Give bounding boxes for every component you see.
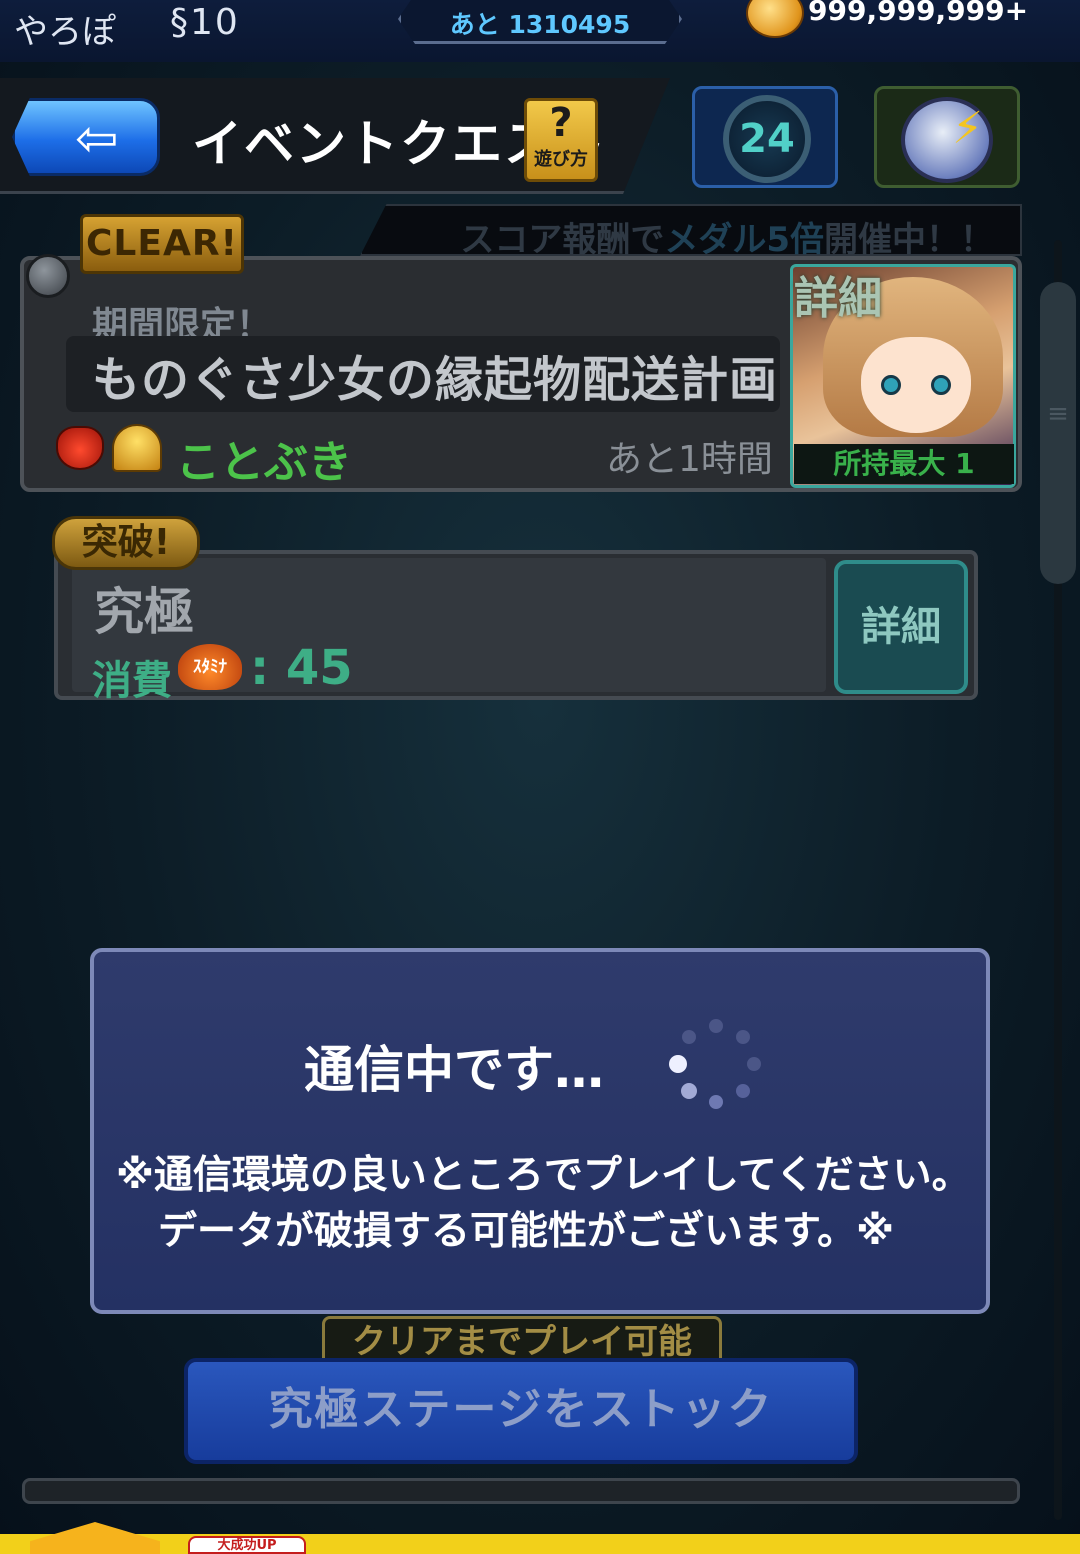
- next-rank-text: あと 1310495: [449, 10, 631, 39]
- owned-max-bar: 所持最大 1♣: [794, 444, 1014, 484]
- portrait-eye-right: [931, 375, 951, 395]
- connection-warning-line2: データが破損する可能性がございます。※: [158, 1209, 895, 1254]
- stopwatch-lightning-icon: ⚡: [901, 97, 993, 183]
- player-name: やろぽ: [14, 12, 116, 52]
- score-reward-banner: スコア報酬でメダル5倍開催中！！: [360, 204, 1022, 256]
- connection-warning-line1: ※通信環境の良いところでプレイしてください。: [116, 1153, 971, 1198]
- howto-label: 遊び方: [534, 149, 588, 170]
- pin-icon: [26, 254, 70, 298]
- back-arrow-icon: ⇦: [75, 109, 119, 169]
- portrait-eye-left: [881, 375, 901, 395]
- owned-max-text: 所持最大 1: [833, 447, 975, 480]
- banner-suffix: 開催中！！: [824, 220, 994, 260]
- stage-detail-button[interactable]: 詳細: [834, 560, 968, 694]
- stamina-cost-value: : 45: [250, 640, 353, 696]
- connecting-message: 通信中です…: [304, 1041, 604, 1099]
- break-badge: 突破!: [52, 516, 200, 570]
- connecting-dialog: [90, 948, 990, 1314]
- coin-count: 999,999,999+: [808, 0, 1029, 27]
- clear-badge: CLEAR!: [80, 214, 244, 274]
- time-remaining: あと1時間: [606, 439, 773, 480]
- portrait-face: [861, 337, 971, 433]
- next-rank-exp: あと 1310495: [398, 0, 682, 44]
- back-button[interactable]: ⇦: [12, 98, 160, 176]
- footer-menu-bar: [0, 1534, 1080, 1554]
- footer-badge[interactable]: 大成功UP: [188, 1536, 306, 1554]
- scroll-grip-icon: ≡: [1047, 399, 1069, 429]
- event-detail-label[interactable]: 詳細: [794, 262, 882, 326]
- banner-prefix: スコア報酬で: [460, 220, 665, 260]
- stamina-timer-button[interactable]: 24: [692, 86, 838, 188]
- player-rank: §10: [170, 2, 240, 43]
- stock-stage-button[interactable]: 究極ステージをストック: [184, 1358, 858, 1464]
- banner-text: スコア報酬でメダル5倍開催中！！: [460, 212, 994, 260]
- event-attribute: ことぶき: [176, 437, 352, 488]
- speed-up-button[interactable]: ⚡: [874, 86, 1020, 188]
- question-icon: ?: [549, 100, 573, 146]
- demon-icon: [56, 426, 104, 470]
- panel-bottom-edge: [22, 1478, 1020, 1504]
- howto-button[interactable]: ? 遊び方: [524, 98, 598, 182]
- home-tab-icon[interactable]: [30, 1522, 160, 1554]
- stamina-icon: ｽﾀﾐﾅ: [178, 644, 242, 690]
- treasure-egg-icon: [112, 424, 162, 472]
- loading-spinner-icon: [669, 1019, 761, 1109]
- banner-highlight: メダル5倍: [664, 220, 824, 260]
- stamina-timer-icon: 24: [723, 95, 811, 183]
- event-name: ものぐさ少女の縁起物配送計画: [92, 352, 779, 408]
- stage-difficulty: 究極: [94, 583, 194, 641]
- stamina-cost-label: 消費: [92, 658, 172, 704]
